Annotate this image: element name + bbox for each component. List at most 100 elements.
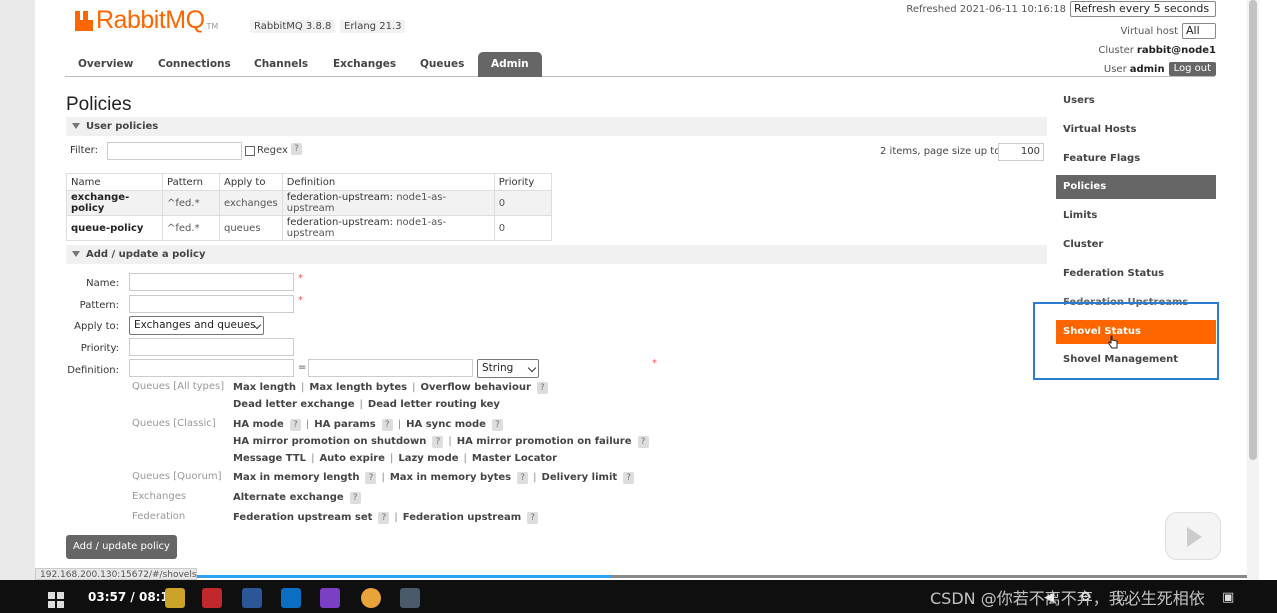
group-label-federation: Federation xyxy=(132,511,186,522)
help-icon[interactable]: ? xyxy=(432,436,444,448)
policy-name[interactable]: queue-policy xyxy=(66,215,163,241)
col-name[interactable]: Name xyxy=(66,173,163,191)
csdn-watermark: CSDN @你若不离不弃，我必生死相依 xyxy=(930,589,1205,608)
definition-type-select[interactable]: String xyxy=(477,359,539,378)
link-master-locator[interactable]: Master Locator xyxy=(472,453,557,464)
play-button[interactable] xyxy=(1165,512,1221,560)
taskbar-ide-icon[interactable] xyxy=(320,588,340,608)
link-max-in-memory-bytes[interactable]: Max in memory bytes xyxy=(390,472,511,483)
definition-value-input[interactable] xyxy=(308,359,473,377)
taskbar-app-icon[interactable] xyxy=(202,588,222,608)
link-ha-mode[interactable]: HA mode xyxy=(233,419,284,430)
refreshed-label: Refreshed 2021-06-11 10:16:18 xyxy=(906,3,1066,15)
priority-input[interactable] xyxy=(129,338,294,356)
help-icon[interactable]: ? xyxy=(637,436,649,448)
help-icon[interactable]: ? xyxy=(349,492,361,504)
taskbar-app-icon[interactable] xyxy=(400,588,420,608)
link-delivery-limit[interactable]: Delivery limit xyxy=(542,472,618,483)
sidebar-item-feature-flags[interactable]: Feature Flags xyxy=(1056,147,1216,171)
pip-icon[interactable]: ▣ xyxy=(1222,590,1234,605)
add-policy-title: Add / update a policy xyxy=(86,249,206,260)
links-line: Message TTL | Auto expire | Lazy mode | Master… xyxy=(233,453,558,464)
windows-start-icon[interactable] xyxy=(48,592,64,608)
table-row[interactable]: exchange-policy ^fed.* exchanges federat… xyxy=(66,190,552,216)
rabbitmq-logo[interactable]: RabbitMQ TM xyxy=(75,6,218,35)
taskbar-folder-icon[interactable] xyxy=(165,588,185,608)
group-label-queues-classic: Queues [Classic] xyxy=(132,418,216,429)
links-line: Federation upstream set? | Federation upst… xyxy=(233,512,539,524)
user-policies-section-toggle[interactable]: User policies xyxy=(66,117,1047,136)
sidebar-item-federation-status[interactable]: Federation Status xyxy=(1056,262,1216,286)
link-ha-sync-mode[interactable]: HA sync mode xyxy=(406,419,486,430)
add-update-policy-button[interactable]: Add / update policy xyxy=(66,535,177,559)
col-priority[interactable]: Priority xyxy=(493,173,552,191)
sidebar-item-policies[interactable]: Policies xyxy=(1056,175,1216,199)
regex-checkbox[interactable] xyxy=(245,146,255,156)
sidebar-item-limits[interactable]: Limits xyxy=(1056,204,1216,228)
links-line: HA mode? | HA params? | HA sync mode? xyxy=(233,419,503,431)
help-icon[interactable]: ? xyxy=(289,419,301,431)
filter-input[interactable] xyxy=(107,142,242,160)
link-federation-upstream[interactable]: Federation upstream xyxy=(403,512,521,523)
tab-overview[interactable]: Overview xyxy=(65,56,146,77)
link-lazy-mode[interactable]: Lazy mode xyxy=(398,453,458,464)
col-apply-to[interactable]: Apply to xyxy=(219,173,283,191)
rabbit-icon xyxy=(75,10,93,31)
link-overflow-behaviour[interactable]: Overflow behaviour xyxy=(420,382,530,393)
tab-queues[interactable]: Queues xyxy=(407,56,477,77)
link-max-length[interactable]: Max length xyxy=(233,382,296,393)
policy-apply-to: exchanges xyxy=(219,190,283,216)
sidebar-item-users[interactable]: Users xyxy=(1056,89,1216,113)
regex-help-icon[interactable]: ? xyxy=(291,143,302,155)
refresh-select[interactable]: Refresh every 5 seconds xyxy=(1070,1,1216,17)
link-dead-letter-routing-key[interactable]: Dead letter routing key xyxy=(368,399,500,410)
help-icon[interactable]: ? xyxy=(491,419,503,431)
col-pattern[interactable]: Pattern xyxy=(162,173,220,191)
link-max-in-memory-length[interactable]: Max in memory length xyxy=(233,472,359,483)
page-size-input[interactable]: 100 xyxy=(998,143,1044,161)
link-dead-letter-exchange[interactable]: Dead letter exchange xyxy=(233,399,355,410)
scrollbar-thumb[interactable] xyxy=(1249,0,1257,460)
vhost-select[interactable]: All xyxy=(1182,23,1216,39)
col-definition[interactable]: Definition xyxy=(281,173,495,191)
browser-page: RabbitMQ TM RabbitMQ 3.8.8 Erlang 21.3 R… xyxy=(35,0,1247,580)
help-icon[interactable]: ? xyxy=(527,512,539,524)
taskbar-app-icon[interactable] xyxy=(281,588,301,608)
link-auto-expire[interactable]: Auto expire xyxy=(319,453,385,464)
apply-to-select[interactable]: Exchanges and queues xyxy=(129,316,264,335)
help-icon[interactable]: ? xyxy=(623,472,635,484)
tab-connections[interactable]: Connections xyxy=(145,56,244,77)
tab-channels[interactable]: Channels xyxy=(241,56,321,77)
definition-key-input[interactable] xyxy=(129,359,294,377)
help-icon[interactable]: ? xyxy=(381,419,393,431)
link-federation-upstream-set[interactable]: Federation upstream set xyxy=(233,512,372,523)
link-ha-promotion-shutdown[interactable]: HA mirror promotion on shutdown xyxy=(233,436,426,447)
page-size-value: 100 xyxy=(1020,146,1040,157)
required-mark: * xyxy=(298,273,303,284)
taskbar-chrome-icon[interactable] xyxy=(361,588,381,608)
link-ha-promotion-failure[interactable]: HA mirror promotion on failure xyxy=(457,436,632,447)
page-scrollbar[interactable] xyxy=(1247,0,1259,580)
tab-exchanges[interactable]: Exchanges xyxy=(320,56,409,77)
link-ha-params[interactable]: HA params xyxy=(314,419,376,430)
help-icon[interactable]: ? xyxy=(517,472,529,484)
tab-admin[interactable]: Admin xyxy=(478,52,542,77)
link-message-ttl[interactable]: Message TTL xyxy=(233,453,306,464)
help-icon[interactable]: ? xyxy=(378,512,390,524)
priority-label: Priority: xyxy=(80,343,119,354)
link-max-length-bytes[interactable]: Max length bytes xyxy=(309,382,407,393)
policy-pattern: ^fed.* xyxy=(162,215,220,241)
name-input[interactable] xyxy=(129,273,294,291)
help-icon[interactable]: ? xyxy=(536,382,548,394)
main-tabs: Overview Connections Channels Exchanges … xyxy=(65,52,1215,77)
link-alternate-exchange[interactable]: Alternate exchange xyxy=(233,492,344,503)
add-policy-section-toggle[interactable]: Add / update a policy xyxy=(66,245,1047,264)
taskbar-word-icon[interactable] xyxy=(242,588,262,608)
help-icon[interactable]: ? xyxy=(365,472,377,484)
sidebar-item-virtual-hosts[interactable]: Virtual Hosts xyxy=(1056,118,1216,142)
table-row[interactable]: queue-policy ^fed.* queues federation-up… xyxy=(66,215,552,241)
pattern-input[interactable] xyxy=(129,295,294,313)
sidebar-item-cluster[interactable]: Cluster xyxy=(1056,233,1216,257)
group-label-queues-all: Queues [All types] xyxy=(132,381,225,392)
policy-name[interactable]: exchange-policy xyxy=(66,190,163,216)
